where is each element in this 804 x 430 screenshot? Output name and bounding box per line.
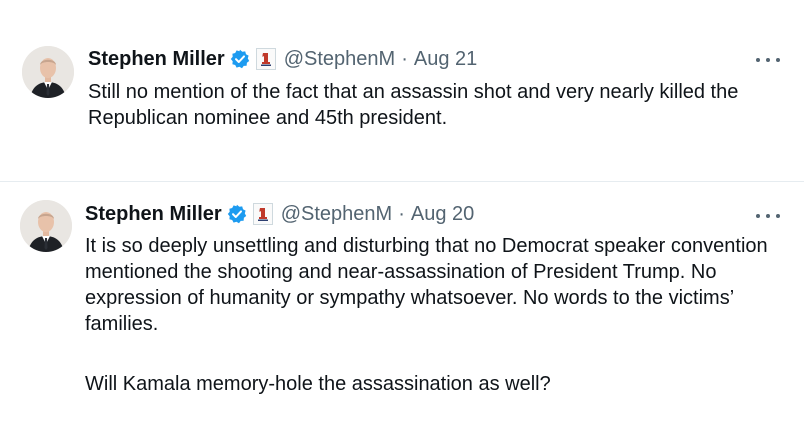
affiliation-badge-icon[interactable] (255, 48, 276, 70)
person-portrait-icon (20, 200, 72, 252)
tweet-feed: Stephen Miller @StephenM · Aug 21 Still … (0, 0, 804, 430)
tweet-text: Still no mention of the fact that an ass… (88, 81, 739, 129)
verified-check-icon (230, 49, 250, 69)
author-name[interactable]: Stephen Miller (85, 202, 222, 226)
author-handle[interactable]: @StephenM (284, 47, 395, 71)
tweet-header: Stephen Miller @StephenM · Aug 21 (88, 47, 477, 71)
verified-check-icon (227, 204, 247, 224)
separator: · (398, 203, 405, 225)
author-name[interactable]: Stephen Miller (88, 47, 225, 71)
tweet-header: Stephen Miller @StephenM · Aug 20 (85, 202, 474, 226)
avatar[interactable] (22, 46, 74, 98)
tweet-date[interactable]: Aug 21 (414, 47, 477, 71)
avatar[interactable] (20, 200, 72, 252)
tweet-date[interactable]: Aug 20 (411, 202, 474, 226)
more-options-icon[interactable] (756, 208, 780, 224)
tweet[interactable]: Stephen Miller @StephenM · Aug 20 It is … (0, 182, 804, 430)
tweet-text: Will Kamala memory-hole the assassinatio… (85, 373, 551, 395)
more-options-icon[interactable] (756, 52, 780, 68)
affiliation-badge-icon[interactable] (252, 203, 273, 225)
tweet[interactable]: Stephen Miller @StephenM · Aug 21 Still … (0, 0, 804, 181)
author-handle[interactable]: @StephenM (281, 202, 392, 226)
person-portrait-icon (22, 46, 74, 98)
separator: · (401, 48, 408, 70)
tweet-text: It is so deeply unsettling and disturbin… (85, 235, 768, 335)
